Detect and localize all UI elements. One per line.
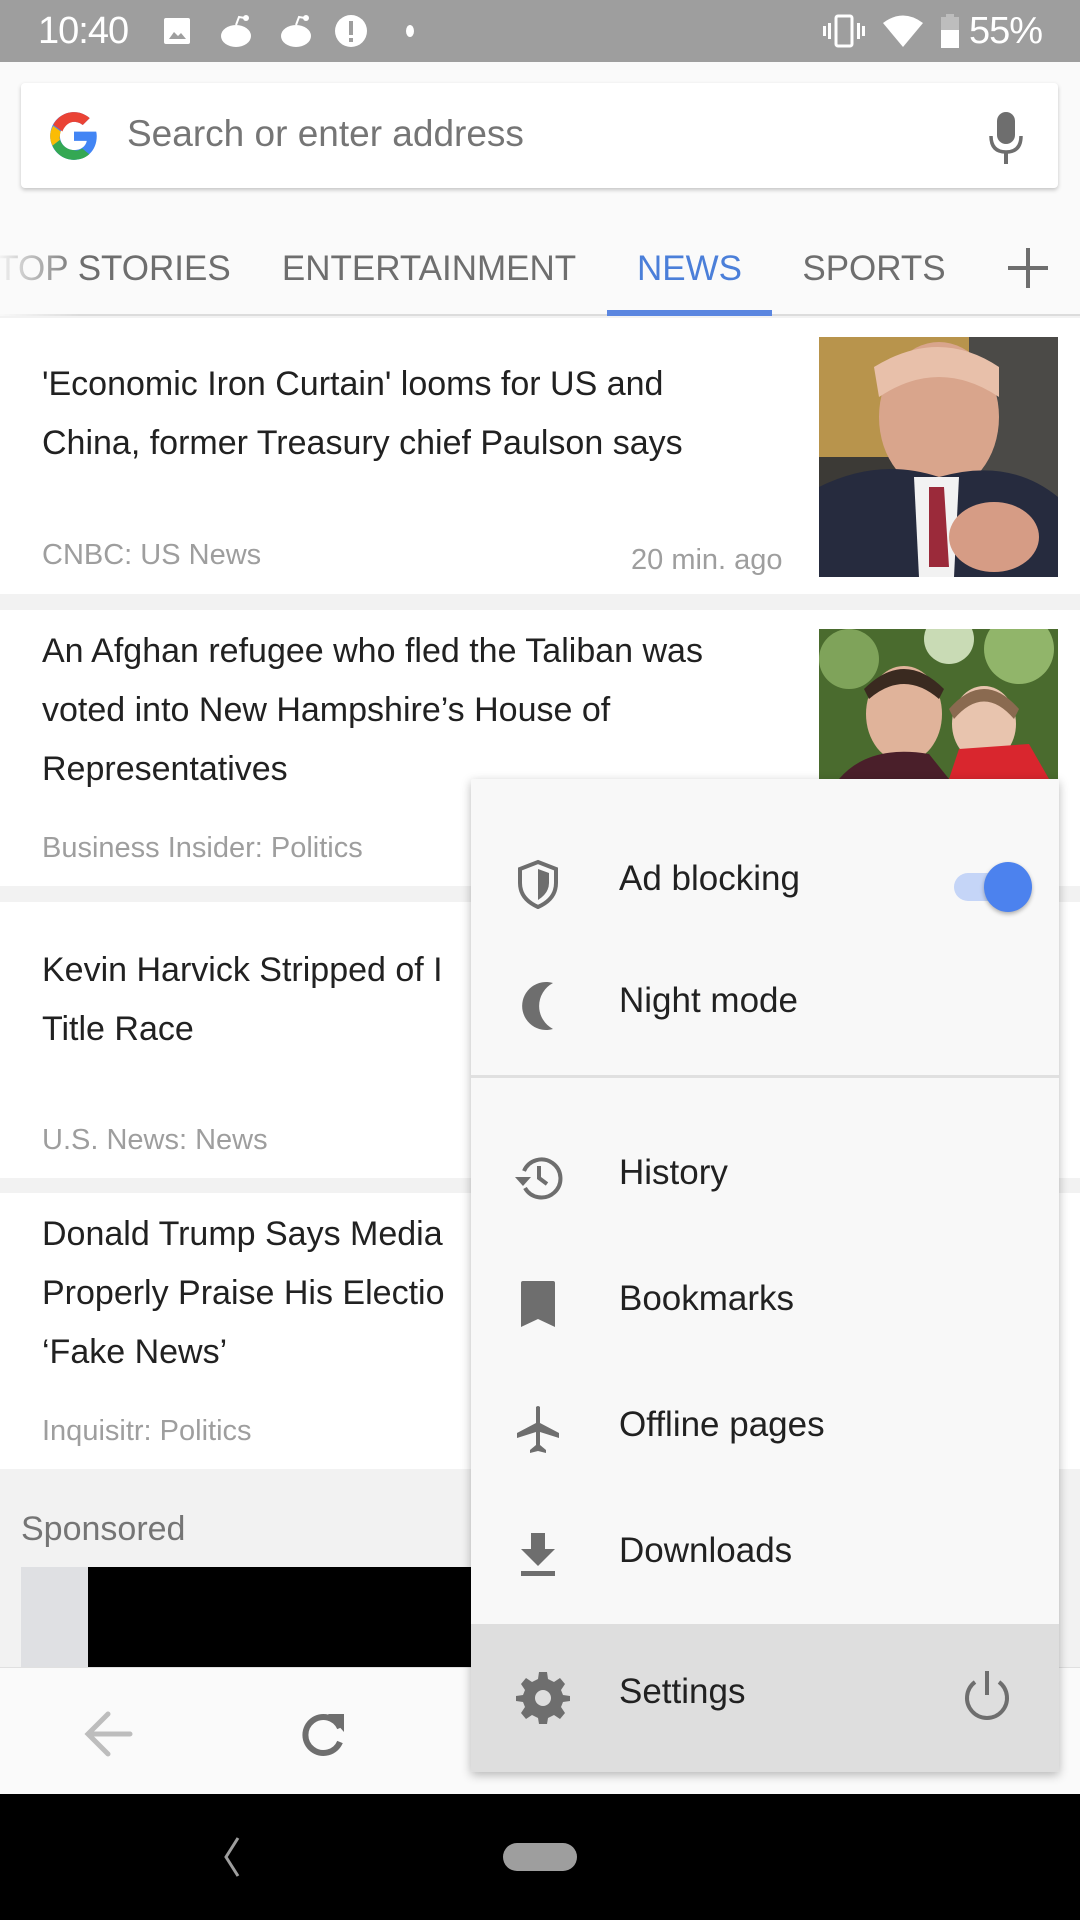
download-icon xyxy=(521,1533,555,1576)
menu-divider xyxy=(471,1075,1059,1078)
gear-icon xyxy=(516,1672,570,1724)
alert-icon xyxy=(335,15,367,47)
tab-entertainment[interactable]: ENTERTAINMENT xyxy=(270,222,588,316)
reddit-icon xyxy=(221,15,251,47)
ad-placeholder xyxy=(21,1567,88,1667)
menu-label: History xyxy=(619,1153,728,1192)
browser-header: Search or enter address TOP STORIES ENTE… xyxy=(0,62,1080,316)
add-category-icon[interactable] xyxy=(1000,240,1056,296)
tab-sports[interactable]: SPORTS xyxy=(786,222,962,316)
overflow-menu: Ad blocking Night mode History Bookmarks… xyxy=(471,779,1059,1772)
menu-label: Offline pages xyxy=(619,1405,825,1444)
search-bar[interactable]: Search or enter address xyxy=(21,83,1058,188)
power-icon[interactable] xyxy=(959,1668,1015,1724)
status-time: 10:40 xyxy=(38,10,129,52)
wifi-icon xyxy=(883,15,923,47)
history-icon xyxy=(515,1157,563,1200)
reddit-icon xyxy=(281,15,311,47)
menu-item-bookmarks[interactable]: Bookmarks xyxy=(471,1239,1059,1365)
article-card[interactable]: 'Economic Iron Curtain' looms for US and… xyxy=(0,318,1080,594)
menu-item-night-mode[interactable]: Night mode xyxy=(471,945,1059,1071)
menu-label: Bookmarks xyxy=(619,1279,795,1318)
bookmark-icon xyxy=(521,1281,555,1327)
shield-icon xyxy=(518,859,558,909)
menu-item-ad-blocking[interactable]: Ad blocking xyxy=(471,819,1059,949)
article-title: An Afghan refugee who fled the Taliban w… xyxy=(42,632,703,788)
article-title: Donald Trump Says Media Properly Praise … xyxy=(42,1215,445,1371)
article-title: Kevin Harvick Stripped of I Title Race xyxy=(42,951,443,1048)
active-tab-indicator xyxy=(607,310,772,316)
article-time: 20 min. ago xyxy=(631,544,783,576)
microphone-icon[interactable] xyxy=(986,110,1026,166)
article-source: Inquisitr: Politics xyxy=(42,1415,252,1447)
refresh-icon[interactable] xyxy=(294,1704,354,1764)
article-source: U.S. News: News xyxy=(42,1124,268,1156)
article-title: 'Economic Iron Curtain' looms for US and… xyxy=(42,365,683,462)
back-arrow-icon[interactable] xyxy=(78,1704,138,1764)
system-home-button[interactable] xyxy=(503,1843,577,1871)
menu-label: Settings xyxy=(619,1672,746,1711)
article-source: CNBC: US News xyxy=(42,539,262,571)
toggle-thumb xyxy=(984,862,1032,912)
vibrate-icon xyxy=(823,14,865,48)
ad-content[interactable] xyxy=(88,1567,488,1667)
menu-item-settings[interactable]: Settings xyxy=(471,1624,1059,1772)
menu-label: Ad blocking xyxy=(619,859,800,898)
moon-icon xyxy=(522,982,553,1030)
airplane-icon xyxy=(517,1406,559,1453)
article-thumbnail xyxy=(819,629,1058,779)
article-thumbnail xyxy=(819,337,1058,577)
status-bar: 10:40 55% xyxy=(0,0,1080,62)
ad-blocking-toggle[interactable] xyxy=(946,859,1032,912)
menu-label: Downloads xyxy=(619,1531,793,1570)
search-input[interactable]: Search or enter address xyxy=(127,113,524,155)
dot-icon xyxy=(406,25,414,37)
tab-news[interactable]: NEWS xyxy=(607,222,772,316)
tab-fade-overlay xyxy=(0,222,80,316)
battery-icon xyxy=(941,14,959,48)
battery-percent: 55% xyxy=(968,10,1043,52)
category-tabs: TOP STORIES ENTERTAINMENT NEWS SPORTS xyxy=(0,222,1080,316)
menu-item-downloads[interactable]: Downloads xyxy=(471,1491,1059,1617)
image-icon xyxy=(164,18,190,44)
system-back-icon[interactable] xyxy=(220,1834,244,1880)
menu-item-history[interactable]: History xyxy=(471,1113,1059,1239)
menu-label: Night mode xyxy=(619,981,798,1020)
menu-item-offline-pages[interactable]: Offline pages xyxy=(471,1365,1059,1491)
google-logo-icon xyxy=(50,112,97,160)
sponsored-label: Sponsored xyxy=(21,1510,186,1548)
article-source: Business Insider: Politics xyxy=(42,832,363,864)
